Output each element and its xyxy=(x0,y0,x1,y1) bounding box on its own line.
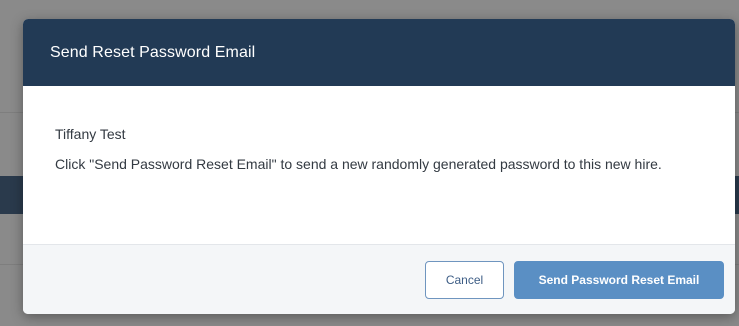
dialog-header: Send Reset Password Email xyxy=(23,19,735,86)
reset-password-dialog: Send Reset Password Email Tiffany Test C… xyxy=(23,19,735,314)
dialog-title: Send Reset Password Email xyxy=(50,43,256,61)
dialog-body: Tiffany Test Click "Send Password Reset … xyxy=(23,86,735,244)
dialog-instruction-text: Click "Send Password Reset Email" to sen… xyxy=(55,156,662,172)
modal-backdrop[interactable]: Send Reset Password Email Tiffany Test C… xyxy=(0,0,739,326)
employee-name: Tiffany Test xyxy=(55,126,126,142)
send-password-reset-email-button[interactable]: Send Password Reset Email xyxy=(514,261,724,299)
cancel-button[interactable]: Cancel xyxy=(425,261,504,299)
dialog-footer: Cancel Send Password Reset Email xyxy=(23,244,735,314)
